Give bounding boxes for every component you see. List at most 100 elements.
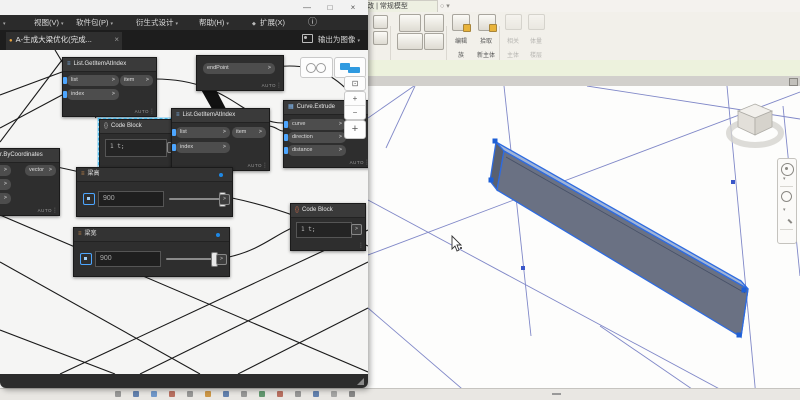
kebab-icon[interactable]: ⋮ bbox=[358, 242, 364, 249]
port-index[interactable]: index> bbox=[67, 89, 119, 100]
port-item-out[interactable]: item> bbox=[232, 127, 266, 138]
image-icon bbox=[302, 34, 313, 43]
geometry-preview-button[interactable] bbox=[300, 57, 333, 78]
port-direction[interactable]: direction> bbox=[288, 132, 346, 143]
selected-beam-element[interactable] bbox=[490, 142, 748, 337]
kebab-icon[interactable]: ⋮ bbox=[276, 82, 282, 89]
revit-ribbon: 编辑 族 拾取 新主体 相关 主体 体量 楼层 bbox=[360, 12, 800, 61]
node-list-getitematindex-1[interactable]: ≡List.GetItemAtIndex list> index> item> … bbox=[62, 57, 157, 117]
create-group-icon[interactable] bbox=[399, 14, 421, 32]
kebab-icon[interactable]: ⋮ bbox=[149, 108, 155, 115]
slider-icon: ≡ bbox=[78, 231, 82, 237]
zoom-buttons: + − bbox=[344, 91, 366, 120]
tab-close-icon[interactable]: × bbox=[114, 32, 119, 48]
close-button[interactable]: × bbox=[343, 1, 363, 14]
dynamo-menu-bar: ▾ 视图(V)▾ 软件包(P)▾ 衍生式设计▾ 帮助(H)▾ ◆ 扩展(X) ⓘ bbox=[0, 15, 368, 30]
port-x[interactable]: > bbox=[0, 165, 11, 176]
zoom-out-button[interactable]: − bbox=[345, 106, 365, 119]
port-list[interactable]: list> bbox=[67, 75, 119, 86]
node-endpoint[interactable]: endPoint> AUTO ⋮ bbox=[196, 55, 284, 91]
revit-3d-view[interactable] bbox=[368, 86, 800, 388]
zoom-in-button[interactable]: + bbox=[345, 92, 365, 106]
port-curve[interactable]: curve> bbox=[288, 119, 346, 130]
ribbon-display-toggle[interactable]: ○ ▾ bbox=[440, 2, 450, 10]
chevron-down-icon[interactable]: ▾ bbox=[783, 207, 786, 213]
node-vector-bycoordinates[interactable]: Vector.ByCoordinates > > > vector> AUTO … bbox=[0, 148, 60, 216]
slider-value[interactable]: 900 bbox=[95, 251, 161, 267]
slider-track[interactable] bbox=[169, 198, 225, 200]
chevron-down-icon: ▾ bbox=[176, 21, 179, 27]
navigation-bar[interactable]: ▾ ▾ bbox=[777, 158, 797, 244]
menu-partial[interactable]: ▾ bbox=[1, 15, 6, 30]
kebab-icon[interactable]: ⋮ bbox=[262, 162, 268, 169]
node-list-getitematindex-2[interactable]: ≡List.GetItemAtIndex list> index> item> … bbox=[171, 108, 270, 171]
resize-grip[interactable] bbox=[357, 378, 364, 385]
port-list[interactable]: list> bbox=[176, 127, 230, 138]
zoom-fit-button[interactable]: ⊡ bbox=[344, 76, 366, 91]
viewcube[interactable] bbox=[729, 104, 781, 145]
code-block-icon: {} bbox=[295, 207, 299, 213]
menu-packages[interactable]: 软件包(P)▾ bbox=[76, 15, 113, 30]
workspace-tab[interactable]: ●A-生成大梁优化(完成... × bbox=[6, 32, 122, 52]
port-y[interactable]: > bbox=[0, 179, 11, 190]
paste-icon[interactable] bbox=[373, 15, 388, 29]
export-image-button[interactable]: 输出为图像 ▾ bbox=[302, 32, 360, 48]
create-similar-icon[interactable] bbox=[397, 33, 423, 50]
port-distance[interactable]: distance> bbox=[288, 145, 346, 156]
extensions-icon: ◆ bbox=[252, 21, 256, 27]
port-code-out[interactable]: > bbox=[351, 224, 362, 235]
chevron-down-icon: ▾ bbox=[357, 38, 360, 44]
lacing-auto[interactable]: AUTO bbox=[135, 109, 149, 114]
kebab-icon[interactable]: ⋮ bbox=[52, 207, 58, 214]
port-item-out[interactable]: item> bbox=[120, 75, 153, 86]
port-slider-out[interactable]: > bbox=[219, 194, 230, 205]
zoom-magnifier-icon[interactable] bbox=[781, 191, 792, 202]
slider-input-toggle[interactable] bbox=[83, 193, 95, 205]
graph-view-button[interactable] bbox=[334, 57, 366, 78]
mouse-cursor bbox=[452, 236, 462, 251]
node-code-block-2[interactable]: {}Code Block 1 t; > ⋮ bbox=[290, 203, 366, 251]
lacing-auto[interactable]: AUTO bbox=[262, 83, 276, 88]
menu-help[interactable]: 帮助(H)▾ bbox=[199, 15, 229, 30]
port-vector-out[interactable]: vector> bbox=[25, 165, 56, 176]
divider bbox=[780, 186, 793, 187]
view-strip-icon[interactable] bbox=[789, 78, 798, 86]
lacing-auto[interactable]: AUTO bbox=[38, 208, 52, 213]
graph-view-icon bbox=[348, 67, 360, 73]
chevron-down-icon[interactable]: ▾ bbox=[783, 176, 786, 182]
chevron-down-icon: ▾ bbox=[226, 21, 229, 27]
magnifier-handle bbox=[787, 219, 792, 224]
port-slider-out[interactable]: > bbox=[216, 254, 227, 265]
slider-value[interactable]: 900 bbox=[98, 191, 164, 207]
info-icon[interactable]: ⓘ bbox=[308, 15, 317, 30]
menu-extensions[interactable]: ◆ 扩展(X) bbox=[252, 15, 285, 30]
menu-view[interactable]: 视图(V)▾ bbox=[34, 15, 64, 30]
port-endpoint-out[interactable]: endPoint> bbox=[203, 63, 275, 74]
create-parts-icon[interactable] bbox=[424, 33, 444, 50]
minimize-button[interactable]: — bbox=[297, 1, 317, 14]
node-slider-beam-height[interactable]: ≡梁高 900 > bbox=[76, 167, 233, 217]
chevron-down-icon: ▾ bbox=[111, 21, 114, 27]
code-block-icon: {} bbox=[104, 123, 108, 129]
maximize-button[interactable]: □ bbox=[320, 1, 340, 14]
lacing-auto[interactable]: AUTO bbox=[248, 163, 262, 168]
node-slider-beam-width[interactable]: ≡梁宽 900 > bbox=[73, 227, 230, 277]
port-z[interactable]: > bbox=[0, 193, 11, 204]
pencil-icon bbox=[463, 24, 471, 32]
preview-indicator-dot bbox=[216, 233, 220, 237]
pan-button[interactable]: + bbox=[344, 120, 366, 139]
unsaved-dot-icon: ● bbox=[9, 38, 13, 44]
dynamo-node-canvas[interactable]: endPoint> AUTO ⋮ ≡List.GetItemAtIndex li… bbox=[0, 50, 368, 374]
create-assembly-icon[interactable] bbox=[424, 14, 444, 32]
code-input[interactable]: 1 t; bbox=[105, 139, 167, 157]
glasses-icon bbox=[306, 63, 316, 73]
menu-generative-design[interactable]: 衍生式设计▾ bbox=[136, 15, 178, 30]
node-code-block-1[interactable]: {}Code Block 1 t; > bbox=[99, 119, 182, 174]
wheel-dot bbox=[785, 167, 788, 170]
kebab-icon[interactable]: ⋮ bbox=[364, 159, 368, 166]
match-type-icon[interactable] bbox=[373, 31, 388, 45]
lacing-auto[interactable]: AUTO bbox=[350, 160, 364, 165]
slider-input-toggle[interactable] bbox=[80, 253, 92, 265]
code-input[interactable]: 1 t; bbox=[296, 222, 352, 238]
port-index[interactable]: index> bbox=[176, 142, 230, 153]
